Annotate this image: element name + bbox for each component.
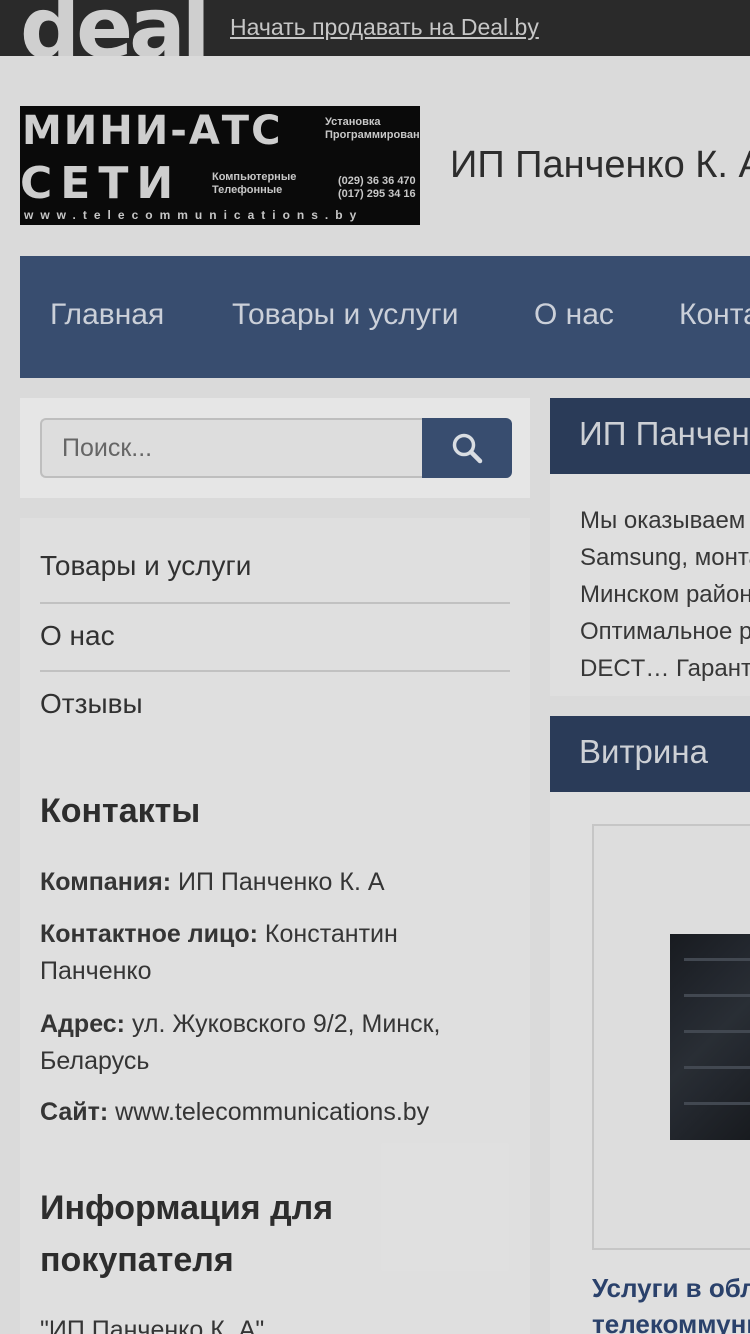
logo-line-mini-ats: МИНИ-АТС xyxy=(22,108,283,154)
sidebar-item-reviews[interactable]: Отзывы xyxy=(40,688,510,720)
nav-item-products[interactable]: Товары и услуги xyxy=(232,298,459,332)
about-line: DECT… Гарантия качества. xyxy=(580,655,750,682)
address-label: Адрес: xyxy=(40,1010,125,1038)
about-header: ИП Панченко К. А xyxy=(550,398,750,474)
about-text: Мы оказываем услуги по установке мини-АТ… xyxy=(580,502,750,687)
product-card[interactable] xyxy=(592,824,750,1250)
divider xyxy=(40,602,510,604)
main-nav: Главная Товары и услуги О нас Контакты xyxy=(20,256,750,378)
buyer-info-text: "ИП Панченко К. А" xyxy=(40,1316,265,1334)
nav-item-about[interactable]: О нас xyxy=(534,298,614,332)
product-title-link[interactable]: Услуги в области телекоммуникаций xyxy=(592,1270,750,1334)
product-image[interactable] xyxy=(670,934,750,1140)
image-detail xyxy=(684,958,750,961)
about-line: Минском районе. xyxy=(580,581,750,608)
shop-title: ИП Панченко К. А xyxy=(450,144,750,186)
company-value: ИП Панченко К. А xyxy=(178,868,385,896)
search-card xyxy=(20,398,530,498)
showcase-body: Услуги в области телекоммуникаций xyxy=(550,792,750,1334)
buyer-info-heading: Информация для покупателя xyxy=(40,1189,334,1279)
site-link[interactable]: www.telecommunications.by xyxy=(115,1098,429,1126)
search-button[interactable] xyxy=(422,418,512,478)
logo-phones-text: (029) 36 36 470 (017) 295 34 16 xyxy=(338,175,416,200)
about-title: ИП Панченко К. А xyxy=(579,415,750,452)
logo-url-text: www.telecommunications.by xyxy=(24,208,364,222)
logo-types-text: Компьютерные Телефонные xyxy=(212,171,297,196)
top-bar: deal Начать продавать на Deal.by xyxy=(0,0,750,56)
product-title-line: телекоммуникаций xyxy=(592,1309,750,1334)
magnifier-icon xyxy=(452,433,483,464)
image-detail xyxy=(684,1030,750,1033)
contacts-heading: Контакты xyxy=(40,792,201,830)
showcase-title: Витрина xyxy=(579,733,708,770)
image-detail xyxy=(684,1066,750,1069)
divider xyxy=(40,670,510,672)
sidebar-item-products[interactable]: Товары и услуги xyxy=(40,550,510,582)
image-detail xyxy=(684,994,750,997)
logo-line-seti: СЕТИ xyxy=(20,158,182,209)
about-line: Оптимальное решение для офиса: мини-АТС,… xyxy=(580,618,750,645)
product-title-line: Услуги в области xyxy=(592,1273,750,1303)
company-label: Компания: xyxy=(40,868,172,896)
contact-person: Контактное лицо: Константин Панченко xyxy=(40,916,500,990)
nav-item-home[interactable]: Главная xyxy=(50,298,164,332)
person-label: Контактное лицо: xyxy=(40,920,258,948)
logo-services-text: Установка Программирование xyxy=(325,116,420,141)
nav-item-contacts[interactable]: Контакты xyxy=(679,298,750,332)
showcase-header: Витрина xyxy=(550,716,750,792)
company-logo[interactable]: МИНИ-АТС СЕТИ Установка Программирование… xyxy=(20,106,420,225)
sidebar-item-about[interactable]: О нас xyxy=(40,620,510,652)
start-selling-link[interactable]: Начать продавать на Deal.by xyxy=(230,14,539,41)
contact-site: Сайт: www.telecommunications.by xyxy=(40,1094,500,1131)
about-line: Samsung, монтажу компьютерных сетей в Ми… xyxy=(580,544,750,571)
deal-logo[interactable]: deal xyxy=(20,0,211,56)
about-line: Мы оказываем услуги по установке мини-АТ… xyxy=(580,507,750,534)
contact-company: Компания: ИП Панченко К. А xyxy=(40,864,500,901)
image-detail xyxy=(684,1102,750,1105)
site-label: Сайт: xyxy=(40,1098,109,1126)
about-body: Мы оказываем услуги по установке мини-АТ… xyxy=(550,474,750,696)
search-input[interactable] xyxy=(40,418,424,478)
sidebar: Товары и услуги О нас Отзывы Контакты Ко… xyxy=(20,518,530,1334)
contact-address: Адрес: ул. Жуковского 9/2, Минск, Белару… xyxy=(40,1006,500,1080)
